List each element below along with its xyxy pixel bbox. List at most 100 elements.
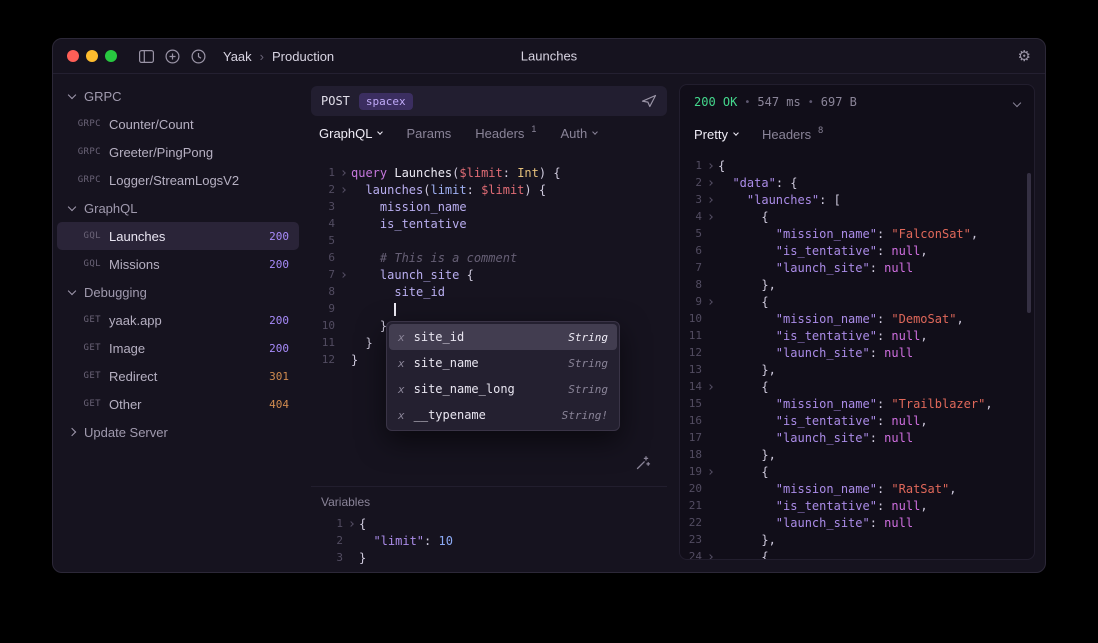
request-method-tag: GRPC	[71, 147, 101, 157]
breadcrumb-app[interactable]: Yaak	[223, 49, 252, 64]
line-number: 24	[680, 550, 702, 559]
code-text: {	[718, 380, 769, 394]
code-text: },	[718, 278, 776, 292]
line-number: 11	[680, 329, 702, 342]
send-request-icon[interactable]	[641, 94, 657, 108]
autocomplete-option-site_name_long[interactable]: xsite_name_longString	[389, 376, 617, 402]
toggle-sidebar-icon[interactable]	[133, 44, 159, 68]
request-label: Redirect	[109, 369, 157, 384]
tab-params[interactable]: Params	[406, 126, 451, 141]
status-code-badge: 200	[269, 342, 289, 355]
request-method-tag: GET	[71, 399, 101, 409]
zoom-window-button[interactable]	[105, 50, 117, 62]
code-line: 14 {	[680, 378, 1034, 395]
code-text: # This is a comment	[351, 251, 517, 265]
response-tab-pretty[interactable]: Pretty	[694, 127, 738, 142]
line-number: 6	[311, 251, 335, 264]
sidebar-item-missions[interactable]: GQLMissions200	[57, 250, 299, 278]
chevron-down-icon	[68, 202, 76, 210]
sidebar-item-greeter-pingpong[interactable]: GRPCGreeter/PingPong	[57, 138, 299, 166]
line-number: 4	[311, 217, 335, 230]
code-line: 8 },	[680, 276, 1034, 293]
fold-toggle-icon[interactable]	[335, 188, 351, 192]
request-method-tag: GRPC	[71, 175, 101, 185]
sidebar-folder-debugging[interactable]: Debugging	[57, 278, 299, 306]
sidebar-item-other[interactable]: GETOther404	[57, 390, 299, 418]
response-pane: 200 OK • 547 ms • 697 B PrettyHeaders8 1…	[679, 84, 1035, 560]
sidebar-item-redirect[interactable]: GETRedirect301	[57, 362, 299, 390]
tab-auth[interactable]: Auth	[560, 126, 597, 141]
main-content: GRPCGRPCCounter/CountGRPCGreeter/PingPon…	[53, 74, 1045, 572]
line-number: 12	[311, 353, 335, 366]
request-method-tag: GET	[71, 343, 101, 353]
variables-section: Variables 1{2 "limit": 103}	[311, 486, 667, 572]
fold-toggle-icon[interactable]	[702, 198, 718, 202]
response-body[interactable]: 1{2 "data": {3 "launches": [4 {5 "missio…	[680, 149, 1034, 559]
breadcrumb[interactable]: Yaak › Production	[223, 49, 334, 64]
sidebar-folder-update-server[interactable]: Update Server	[57, 418, 299, 446]
code-line: 1{	[319, 515, 667, 532]
sidebar-item-yaak-app[interactable]: GETyaak.app200	[57, 306, 299, 334]
chevron-right-icon	[340, 272, 346, 278]
request-pane: POST spacex GraphQL Params Headers1 Auth 1q…	[303, 74, 675, 572]
line-number: 2	[319, 534, 343, 547]
url-bar[interactable]: POST spacex	[311, 86, 667, 116]
autocomplete-field-type: String	[568, 383, 608, 396]
response-scrollbar-thumb[interactable]	[1027, 173, 1031, 313]
request-label: Missions	[109, 257, 160, 272]
fold-toggle-icon[interactable]	[335, 171, 351, 175]
sidebar-item-image[interactable]: GETImage200	[57, 334, 299, 362]
new-request-icon[interactable]	[159, 44, 185, 68]
autocomplete-option-__typename[interactable]: x__typenameString!	[389, 402, 617, 428]
code-text: site_id	[351, 285, 445, 299]
format-wand-icon[interactable]	[635, 455, 651, 474]
field-kind-icon: x	[398, 357, 405, 370]
url-environment-badge[interactable]: spacex	[359, 93, 413, 110]
fold-toggle-icon[interactable]	[702, 385, 718, 389]
code-line: 6 "is_tentative": null,	[680, 242, 1034, 259]
sidebar-folder-graphql[interactable]: GraphQL	[57, 194, 299, 222]
graphql-editor[interactable]: 1query Launches($limit: Int) {2 launches…	[311, 150, 667, 486]
fold-toggle-icon[interactable]	[702, 215, 718, 219]
status-code-badge: 200	[269, 258, 289, 271]
tab-graphql[interactable]: GraphQL	[319, 126, 382, 141]
autocomplete-option-site_name[interactable]: xsite_nameString	[389, 350, 617, 376]
variables-editor[interactable]: 1{2 "limit": 103}	[319, 515, 667, 566]
close-window-button[interactable]	[67, 50, 79, 62]
fold-toggle-icon[interactable]	[702, 164, 718, 168]
fold-toggle-icon[interactable]	[702, 470, 718, 474]
breadcrumb-workspace[interactable]: Production	[272, 49, 334, 64]
history-icon[interactable]	[185, 44, 211, 68]
fold-toggle-icon[interactable]	[335, 273, 351, 277]
sidebar-folder-grpc[interactable]: GRPC	[57, 82, 299, 110]
line-number: 20	[680, 482, 702, 495]
code-text: {	[718, 550, 769, 560]
response-tab-headers[interactable]: Headers8	[762, 127, 823, 142]
line-number: 1	[311, 166, 335, 179]
sidebar-item-logger-streamlogsv2[interactable]: GRPCLogger/StreamLogsV2	[57, 166, 299, 194]
fold-toggle-icon[interactable]	[343, 522, 359, 526]
request-method-tag: GQL	[71, 231, 101, 241]
chevron-down-icon	[592, 129, 598, 135]
tab-headers[interactable]: Headers1	[475, 126, 536, 141]
sidebar-item-launches[interactable]: GQLLaunches200	[57, 222, 299, 250]
traffic-lights	[67, 50, 117, 62]
settings-gear-icon[interactable]: ⚙	[1018, 49, 1031, 64]
response-collapse-icon[interactable]	[1014, 95, 1020, 109]
method-label[interactable]: POST	[321, 94, 350, 108]
code-text: "mission_name": "Trailblazer",	[718, 397, 993, 411]
code-text: is_tentative	[351, 217, 467, 231]
line-number: 4	[680, 210, 702, 223]
sidebar-item-counter-count[interactable]: GRPCCounter/Count	[57, 110, 299, 138]
autocomplete-option-site_id[interactable]: xsite_idString	[389, 324, 617, 350]
status-code-badge: 404	[269, 398, 289, 411]
line-number: 21	[680, 499, 702, 512]
fold-toggle-icon[interactable]	[702, 300, 718, 304]
fold-toggle-icon[interactable]	[702, 555, 718, 559]
fold-toggle-icon[interactable]	[702, 181, 718, 185]
minimize-window-button[interactable]	[86, 50, 98, 62]
code-text: "launch_site": null	[718, 261, 913, 275]
line-number: 7	[311, 268, 335, 281]
autocomplete-field-name: __typename	[414, 408, 486, 422]
code-line: 4 is_tentative	[311, 215, 667, 232]
